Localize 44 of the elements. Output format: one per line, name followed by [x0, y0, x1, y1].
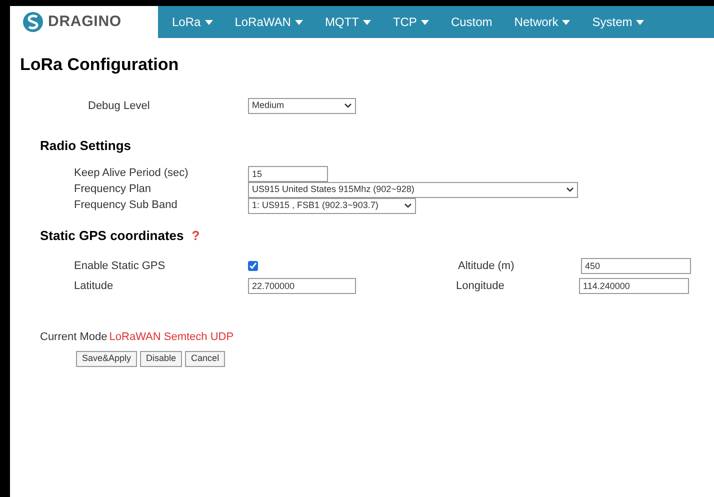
mode-value: LoRaWAN Semtech UDP — [109, 330, 234, 345]
text-field[interactable]: 22.700000 — [248, 278, 356, 294]
section-heading: Radio Settings — [39, 137, 132, 155]
text-field[interactable]: 450 — [581, 258, 691, 274]
section-heading: Static GPS coordinates — [40, 226, 184, 244]
caret-icon — [204, 20, 213, 24]
field-label: Keep Alive Period (sec) — [73, 166, 190, 182]
chevron-icon — [404, 203, 412, 208]
help-mark[interactable]: ? — [192, 226, 200, 245]
select-field[interactable]: Medium — [248, 98, 356, 114]
logo-icon — [22, 11, 44, 33]
page-title: LoRa Configuration — [20, 54, 180, 76]
select-field[interactable]: US915 United States 915Mhz (902~928) — [248, 182, 578, 198]
caret-icon — [420, 20, 429, 24]
nav-item[interactable]: LoRaWAN — [234, 13, 303, 31]
chevron-icon — [344, 103, 352, 108]
text-field[interactable]: 15 — [248, 166, 328, 182]
field-label: Longitude — [456, 278, 506, 294]
mode-label: Current Mode — [40, 330, 108, 345]
field-label: Enable Static GPS — [73, 258, 166, 274]
nav-item[interactable]: Custom — [450, 13, 492, 31]
caret-icon — [562, 20, 570, 24]
caret-icon — [362, 20, 371, 24]
field-label: Frequency Sub Band — [73, 198, 178, 214]
field-label: Frequency Plan — [73, 182, 152, 198]
field-label: Latitude — [73, 278, 114, 294]
select-field[interactable]: 1: US915 , FSB1 (902.3~903.7) — [248, 198, 416, 214]
field-label: Altitude (m) — [458, 258, 516, 274]
text-field[interactable]: 114.240000 — [579, 278, 689, 294]
logo[interactable]: DRAGINO — [10, 6, 158, 38]
form-button[interactable]: Disable — [140, 350, 182, 366]
field-label: Debug Level — [87, 98, 151, 114]
caret-icon — [636, 20, 644, 24]
checkbox[interactable] — [248, 261, 258, 271]
nav-item[interactable]: MQTT — [324, 13, 371, 31]
nav-item[interactable]: TCP — [392, 13, 429, 31]
chevron-icon — [566, 187, 574, 192]
nav-item[interactable]: LoRa — [172, 13, 213, 31]
form-button[interactable]: Save&Apply — [76, 350, 138, 366]
nav-item[interactable]: System — [592, 13, 644, 31]
form-button[interactable]: Cancel — [185, 350, 226, 366]
caret-icon — [294, 20, 303, 24]
nav-item[interactable]: Network — [514, 13, 570, 31]
check-icon — [249, 262, 257, 270]
